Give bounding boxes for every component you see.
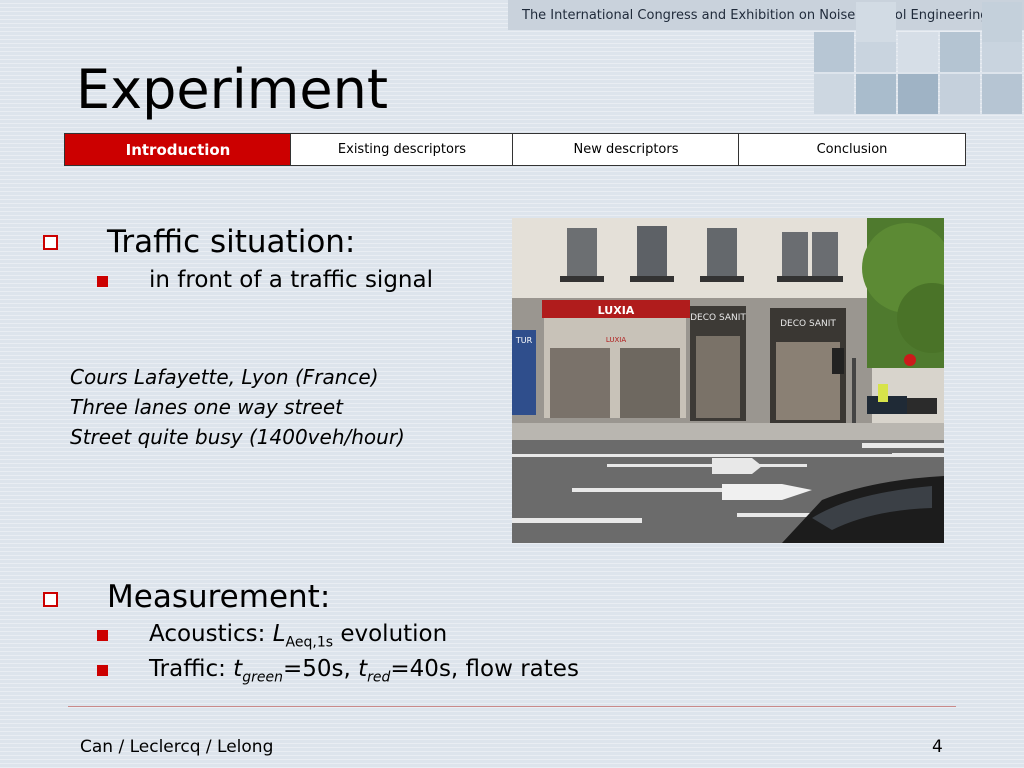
location-note: Cours Lafayette, Lyon (France) (70, 365, 379, 389)
tile (940, 32, 980, 72)
t-green-variable: t (233, 656, 243, 682)
deco-sanit-sign-2: DECO SANIT (780, 319, 836, 329)
street-photo-svg: LUXIA LUXIA DECO SANIT DECO SANIT TUR (512, 218, 944, 543)
acoustics-prefix: Acoustics: (149, 621, 273, 647)
tab-new-descriptors[interactable]: New descriptors (512, 133, 740, 166)
acoustics-subscript: Aeq,1s (285, 634, 334, 651)
tile (814, 32, 854, 72)
square-bullet-icon (40, 231, 66, 257)
square-bullet-icon (40, 588, 66, 614)
green-subscript: green (242, 669, 283, 686)
traffic-signal-item: in front of a traffic signal (149, 267, 433, 293)
tile (898, 32, 938, 72)
lanes-note: Three lanes one way street (70, 395, 343, 419)
filled-square-bullet-icon (97, 630, 108, 641)
tile (982, 74, 1022, 114)
tile (856, 74, 896, 114)
measurement-heading: Measurement: (107, 579, 331, 615)
filled-square-bullet-icon (97, 276, 108, 287)
tab-conclusion[interactable]: Conclusion (738, 133, 966, 166)
tile (898, 74, 938, 114)
tile (982, 2, 1022, 42)
busy-note: Street quite busy (1400veh/hour) (70, 425, 405, 449)
street-photo: LUXIA LUXIA DECO SANIT DECO SANIT TUR (512, 218, 944, 543)
traffic-prefix: Traffic: (149, 656, 234, 682)
tile (814, 74, 854, 114)
conference-banner: The International Congress and Exhibitio… (508, 0, 1024, 30)
section-tabs: Introduction Existing descriptors New de… (64, 133, 966, 166)
tile (940, 74, 980, 114)
slide-title: Experiment (76, 58, 389, 121)
tur-sign: TUR (515, 336, 533, 345)
traffic-mid: =50s, (282, 656, 359, 682)
traffic-suffix: =40s, flow rates (390, 656, 579, 682)
red-subscript: red (367, 669, 391, 686)
acoustics-item: Acoustics: LAeq,1s evolution (149, 621, 447, 651)
luxia-sign: LUXIA (598, 304, 635, 317)
t-red-variable: t (358, 656, 368, 682)
luxia-subsign: LUXIA (606, 336, 627, 344)
tile (856, 2, 896, 42)
footer-authors: Can / Leclercq / Lelong (80, 737, 274, 757)
deco-sanit-sign-1: DECO SANIT (690, 313, 746, 323)
tab-introduction[interactable]: Introduction (64, 133, 292, 166)
traffic-item: Traffic: tgreen=50s, tred=40s, flow rate… (149, 656, 579, 686)
acoustics-suffix: evolution (333, 621, 448, 647)
acoustics-variable: L (272, 621, 286, 647)
filled-square-bullet-icon (97, 665, 108, 676)
page-number: 4 (932, 737, 943, 757)
conference-title: The International Congress and Exhibitio… (522, 8, 989, 23)
traffic-situation-heading: Traffic situation: (107, 224, 356, 260)
tab-existing-descriptors[interactable]: Existing descriptors (290, 133, 514, 166)
footer-divider (68, 706, 956, 707)
